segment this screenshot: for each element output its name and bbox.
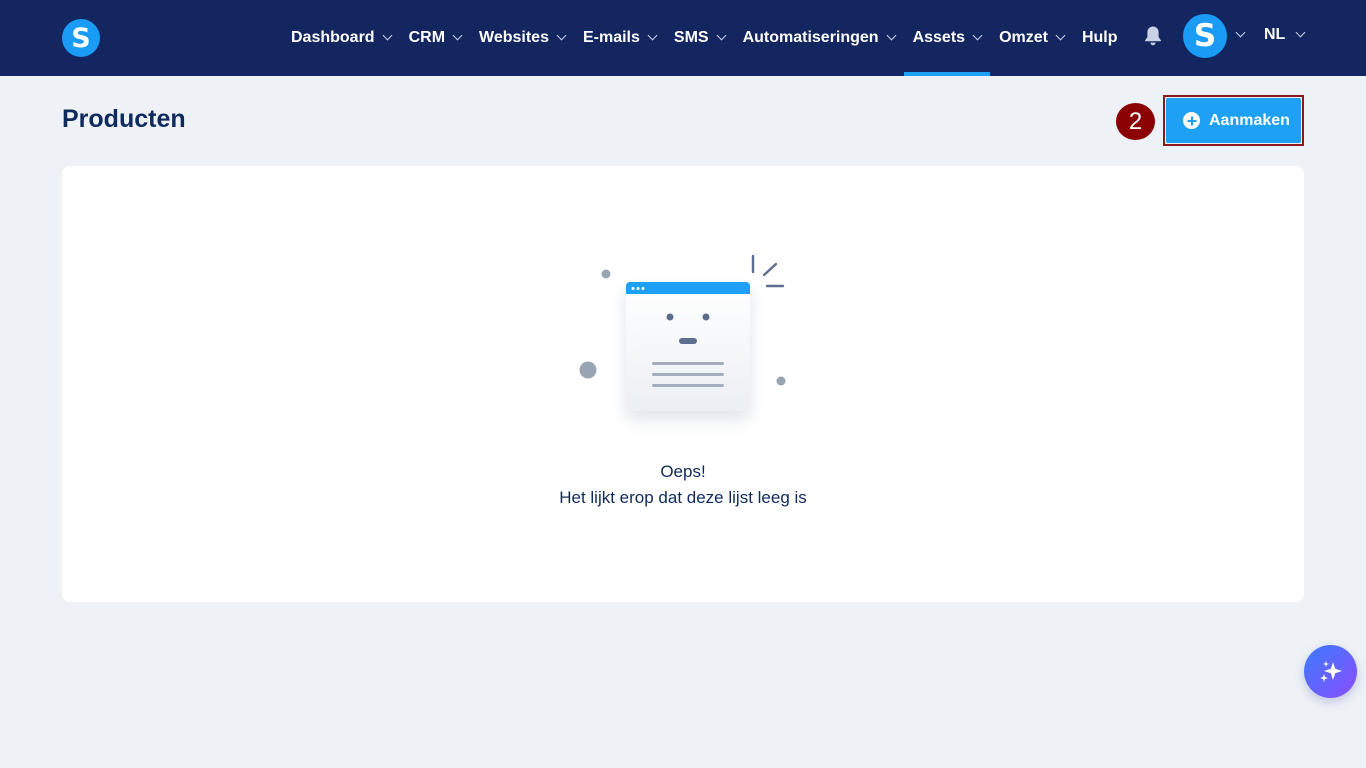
sparkles-icon [1319,660,1342,682]
logo-letter: S [71,22,91,54]
avatar-letter: S [1193,17,1217,54]
nav-item-label: Websites [479,29,549,46]
page-title: Producten [62,105,186,133]
nav-item-automatiseringen[interactable]: Automatiseringen [734,0,904,76]
nav-item-websites[interactable]: Websites [470,0,574,76]
nav-item-assets[interactable]: Assets [903,0,991,76]
empty-window-illustration [579,254,786,411]
user-avatar[interactable]: S [1183,14,1227,58]
nav-item-label: Omzet [999,29,1048,46]
nav-item-hulp[interactable]: Hulp [1073,0,1127,76]
chevron-down-icon [1055,30,1066,41]
chevron-down-icon [1295,27,1306,38]
nav-item-sms[interactable]: SMS [665,0,734,76]
plus-circle-icon [1183,112,1200,129]
nav-item-label: E-mails [582,29,640,46]
chevron-down-icon [886,30,897,41]
nav-item-emails[interactable]: E-mails [574,0,665,76]
create-button-label: Aanmaken [1209,111,1290,129]
chevron-down-icon [382,30,393,41]
chevron-down-icon [972,30,983,41]
main-nav: Dashboard CRM Websites E-mails SMS Autom… [282,0,1127,76]
bell-icon[interactable] [1143,25,1163,47]
nav-item-label: CRM [408,29,446,46]
language-label: NL [1264,26,1286,43]
chevron-down-icon[interactable] [1235,27,1246,38]
step-number-badge: 2 [1116,103,1155,140]
nav-item-label: SMS [673,29,709,46]
nav-item-dashboard[interactable]: Dashboard [282,0,400,76]
nav-item-label: Assets [912,29,966,46]
empty-state-message: Het lijkt erop dat deze lijst leeg is [559,488,807,507]
nav-item-crm[interactable]: CRM [400,0,470,76]
chevron-down-icon [647,30,658,41]
nav-item-omzet[interactable]: Omzet [990,0,1073,76]
empty-state-title: Oeps! [660,462,706,481]
top-navigation-bar: S Dashboard CRM Websites E-mails SMS Aut… [0,0,1366,76]
create-button[interactable]: Aanmaken [1166,98,1301,143]
ai-assistant-button[interactable] [1304,645,1357,698]
chevron-down-icon [716,30,727,41]
app-logo[interactable]: S [62,19,100,57]
chevron-down-icon [452,30,463,41]
nav-item-label: Hulp [1081,29,1118,46]
nav-item-label: Dashboard [291,29,375,46]
chevron-down-icon [556,30,567,41]
language-selector[interactable]: NL [1264,0,1306,70]
nav-item-label: Automatiseringen [742,29,879,46]
